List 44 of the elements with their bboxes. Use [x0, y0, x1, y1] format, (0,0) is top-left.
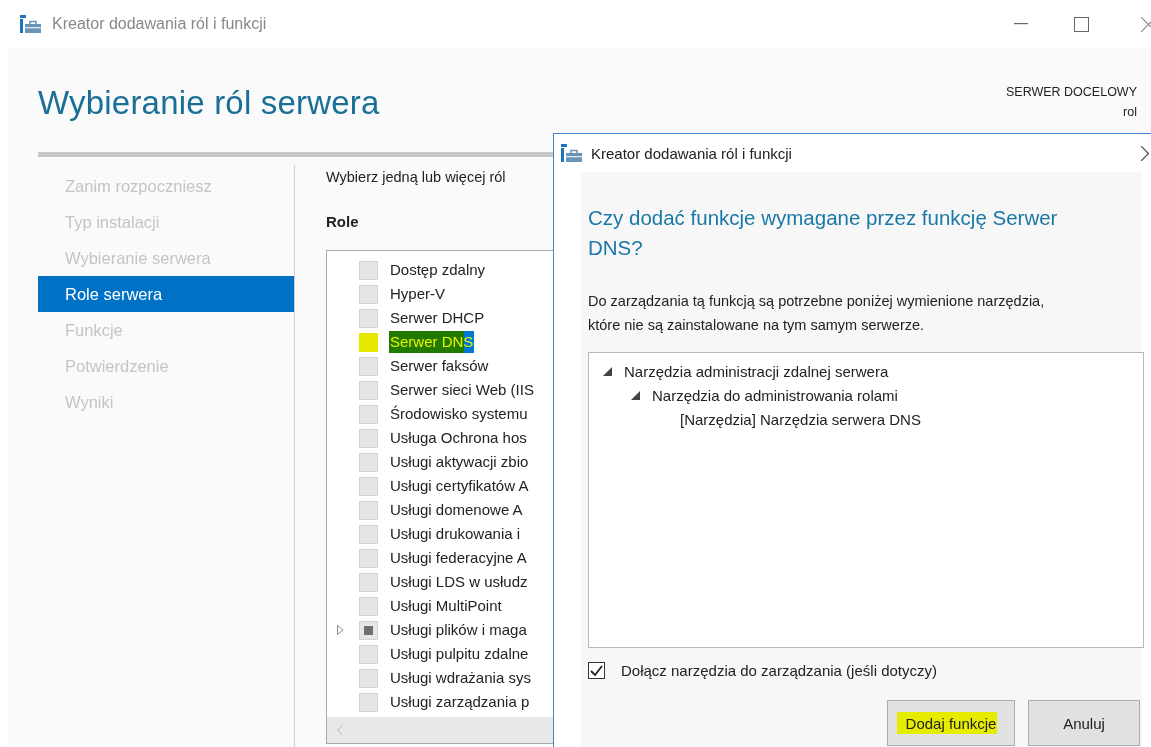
collapse-icon[interactable]	[603, 366, 613, 376]
role-item[interactable]: Usługa Ochrona hos	[389, 427, 528, 449]
role-item[interactable]: Serwer faksów	[389, 355, 490, 377]
app-icon	[561, 144, 583, 162]
close-icon[interactable]	[1141, 145, 1149, 161]
dialog-heading: Czy dodać funkcje wymagane przez funkcję Serwer DNS?	[588, 205, 1059, 261]
role-item[interactable]: Usługi aktywacji zbio	[389, 451, 530, 473]
target-server-name: rol	[1123, 104, 1137, 121]
expand-icon[interactable]	[337, 625, 344, 635]
minimize-icon[interactable]	[1014, 23, 1028, 25]
app-icon	[20, 15, 42, 33]
role-item[interactable]: Usługi MultiPoint	[389, 595, 503, 617]
role-item[interactable]: Usługi federacyjne A	[389, 547, 528, 569]
tree-item[interactable]: [Narzędzia] Narzędzia serwera DNS	[680, 410, 921, 428]
role-item[interactable]: Usługi certyfikatów A	[389, 475, 530, 497]
role-item[interactable]: Usługi LDS w usłudz	[389, 571, 529, 593]
checkbox-label[interactable]: Dołącz narzędzia do zarządzania (jeśli dotyczy)	[621, 661, 937, 679]
role-item[interactable]: Usługi domenowe A	[389, 499, 524, 521]
dialog-message: Do zarządzania tą funkcją są potrzebne poniżej wymienione narzędzia, które nie są zainstalowane na tym samym serwerze.	[588, 292, 1046, 335]
tree-item[interactable]: Narzędzia do administrowania rolami	[652, 386, 898, 404]
checkbox[interactable]	[588, 661, 605, 679]
instruction-text: Wybierz jedną lub więcej ról	[326, 168, 506, 187]
role-item[interactable]: Serwer DHCP	[389, 307, 486, 329]
role-item[interactable]: Usługi zarządzania p	[389, 691, 531, 713]
role-item[interactable]: Usługi plików i maga	[389, 619, 528, 641]
scroll-left-icon[interactable]	[337, 725, 343, 735]
role-item[interactable]: Usługi wdrażania sys	[389, 667, 532, 689]
dialog-title: Kreator dodawania ról i funkcji	[591, 144, 792, 162]
nav-item[interactable]: Role serwera	[38, 276, 294, 312]
window-title: Kreator dodawania ról i funkcji	[52, 15, 267, 33]
maximize-icon[interactable]	[1074, 16, 1089, 32]
collapse-icon[interactable]	[631, 390, 641, 400]
role-item[interactable]: Hyper-V	[389, 283, 446, 305]
page-title: Wybieranie ról serwera	[38, 84, 380, 122]
cancel-button[interactable]: Anuluj	[1028, 700, 1140, 746]
tree-item[interactable]: Narzędzia administracji zdalnej serwera	[624, 362, 889, 380]
target-server-label: SERWER DOCELOWY	[1005, 84, 1137, 101]
role-item[interactable]: Środowisko systemu	[389, 403, 529, 425]
roles-heading: Role	[326, 213, 359, 232]
role-item[interactable]: Serwer sieci Web (IIS	[389, 379, 535, 401]
add-features-button[interactable]: Dodaj funkcje	[887, 700, 1015, 746]
role-item[interactable]: Dostęp zdalny	[389, 259, 487, 281]
role-item[interactable]: Usługi pulpitu zdalne	[389, 643, 530, 665]
role-item[interactable]: Usługi drukowania i	[389, 523, 522, 545]
